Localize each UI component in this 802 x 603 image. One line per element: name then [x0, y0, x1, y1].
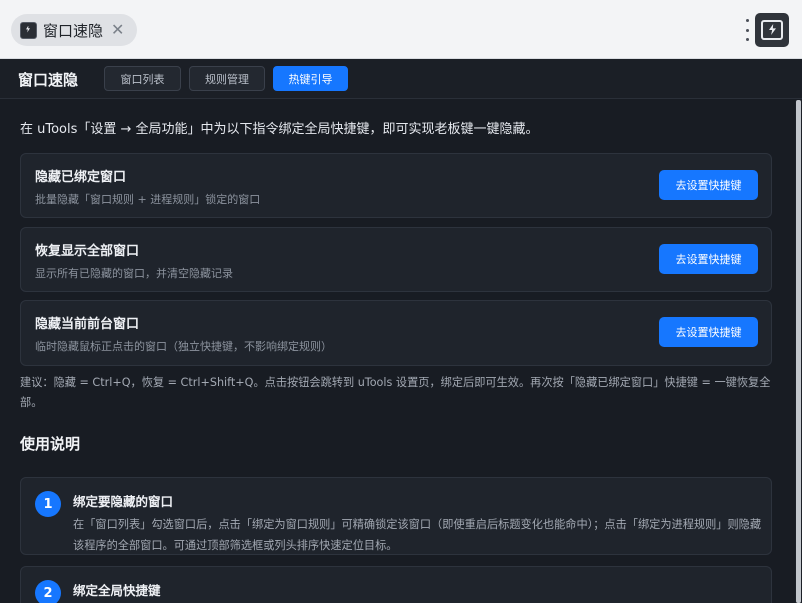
vertical-scrollbar[interactable] [795, 100, 802, 603]
command-card-hide-bound: 隐藏已绑定窗口 批量隐藏「窗口规则 + 进程规则」锁定的窗口 去设置快捷键 [20, 153, 772, 218]
tab-window-list[interactable]: 窗口列表 [104, 66, 181, 91]
title-bar: 窗口速隐 ✕ [0, 0, 802, 59]
command-card-hide-foreground: 隐藏当前前台窗口 临时隐藏鼠标正点击的窗口（独立快捷键，不影响绑定规则） 去设置… [20, 300, 772, 366]
tab-hotkey-guide[interactable]: 热键引导 [273, 66, 348, 91]
lightning-window-icon [20, 21, 37, 39]
command-desc: 临时隐藏鼠标正点击的窗口（独立快捷键，不影响绑定规则） [35, 340, 332, 353]
app-tab[interactable]: 窗口速隐 ✕ [11, 14, 137, 46]
command-desc: 显示所有已隐藏的窗口，并清空隐藏记录 [35, 267, 233, 280]
intro-text: 在 uTools「设置 → 全局功能」中为以下指令绑定全局快捷键，即可实现老板键… [20, 122, 539, 137]
main-content[interactable]: 在 uTools「设置 → 全局功能」中为以下指令绑定全局快捷键，即可实现老板键… [0, 100, 795, 603]
set-hotkey-button[interactable]: 去设置快捷键 [659, 244, 758, 274]
set-hotkey-button[interactable]: 去设置快捷键 [659, 170, 758, 200]
command-title: 隐藏已绑定窗口 [35, 170, 127, 185]
tab-rule-management[interactable]: 规则管理 [189, 66, 265, 91]
close-icon[interactable]: ✕ [111, 22, 124, 38]
step-title: 绑定全局快捷键 [73, 583, 161, 598]
tip-text: 建议：隐藏 = Ctrl+Q，恢复 = Ctrl+Shift+Q。点击按钮会跳转… [20, 376, 771, 409]
set-hotkey-button[interactable]: 去设置快捷键 [659, 317, 758, 347]
usage-step-2: 2 绑定全局快捷键 [20, 566, 772, 603]
command-title: 隐藏当前前台窗口 [35, 317, 140, 332]
usage-section-title: 使用说明 [20, 435, 81, 453]
command-card-restore-all: 恢复显示全部窗口 显示所有已隐藏的窗口，并清空隐藏记录 去设置快捷键 [20, 227, 772, 292]
page-title: 窗口速隐 [18, 71, 79, 89]
step-desc: 在「窗口列表」勾选窗口后，点击「绑定为窗口规则」可精确锁定该窗口（即使重启后标题… [73, 518, 762, 552]
app-header: 窗口速隐 窗口列表 规则管理 热键引导 [0, 59, 802, 99]
command-desc: 批量隐藏「窗口规则 + 进程规则」锁定的窗口 [35, 193, 261, 206]
more-vertical-icon[interactable] [744, 19, 750, 41]
app-tab-label: 窗口速隐 [43, 21, 104, 40]
step-title: 绑定要隐藏的窗口 [73, 494, 174, 509]
scrollbar-thumb[interactable] [796, 100, 801, 603]
step-number-badge: 1 [35, 491, 61, 517]
step-number-badge: 2 [35, 580, 61, 603]
usage-step-1: 1 绑定要隐藏的窗口 在「窗口列表」勾选窗口后，点击「绑定为窗口规则」可精确锁定… [20, 477, 772, 555]
app-logo[interactable] [755, 13, 789, 47]
command-title: 恢复显示全部窗口 [35, 244, 140, 259]
lightning-window-icon [761, 20, 783, 40]
